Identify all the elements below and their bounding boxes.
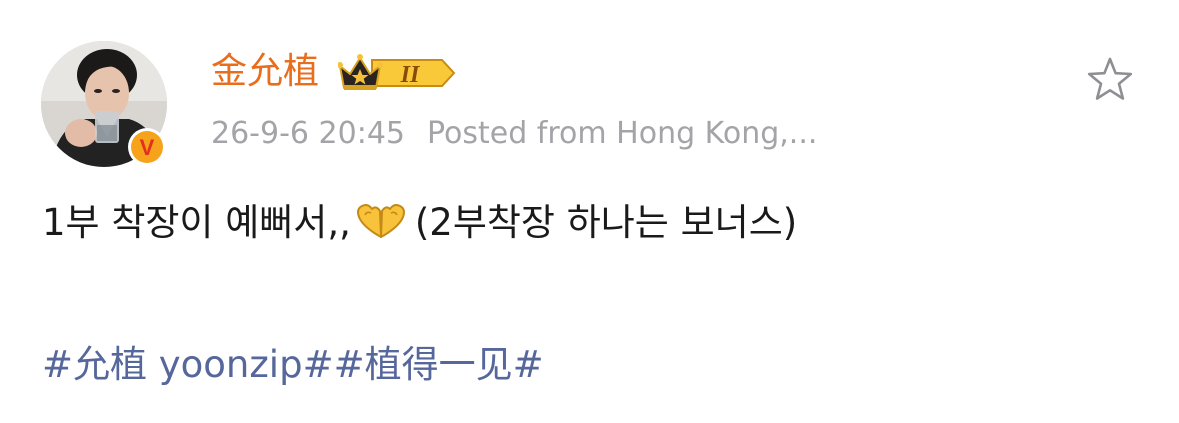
verified-mark: V xyxy=(140,135,155,160)
favorite-star-icon[interactable] xyxy=(1084,54,1136,106)
hashtag-list: #允植 yoonzip##植得一见# xyxy=(42,338,544,392)
post-meta: 26-9-6 20:45 Posted from Hong Kong,... xyxy=(211,114,817,154)
hashtag-yoonzip[interactable]: #允植 yoonzip# xyxy=(42,343,334,386)
post-timestamp: 26-9-6 20:45 xyxy=(211,116,405,151)
post-content: 1부 착장이 예뻐서,, (2부착장 하나는 보너스) xyxy=(42,196,797,250)
post-source: Posted from Hong Kong,... xyxy=(427,116,818,151)
avatar[interactable]: V xyxy=(41,41,167,167)
heart-hands-emoji-icon xyxy=(353,201,409,241)
vip-level: II xyxy=(400,62,421,88)
post-text-after-emoji: (2부착장 하나는 보너스) xyxy=(414,201,798,244)
username[interactable]: 金允植 xyxy=(211,48,319,96)
post-text-before-emoji: 1부 착장이 예뻐서,, xyxy=(42,201,351,244)
hashtag-zhidei-yijian[interactable]: #植得一见# xyxy=(334,343,544,386)
weibo-post: V 金允植 II 26-9-6 20:45 Posted from Hong Ko… xyxy=(0,0,1179,423)
verified-badge-icon: V xyxy=(127,127,167,167)
vip-crown-badge-icon[interactable]: II xyxy=(337,52,456,94)
